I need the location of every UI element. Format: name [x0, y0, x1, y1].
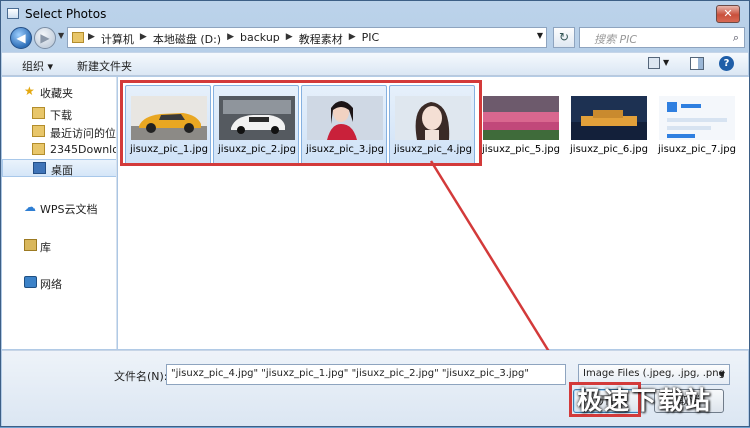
nav-label: 网络 — [40, 278, 62, 291]
chevron-right-icon: ▶ — [139, 32, 147, 42]
organize-button[interactable]: 组织 ▾ — [22, 58, 53, 74]
chevron-down-icon: ▼ — [718, 370, 725, 379]
search-input[interactable]: 搜索 PIC ⌕ — [579, 27, 745, 48]
nav-wps-cloud[interactable]: ☁ WPS云文档 — [2, 199, 116, 217]
file-type-value: Image Files (.jpeg, .jpg, .png — [583, 368, 725, 379]
nav-label: 桌面 — [51, 164, 73, 177]
folder-icon — [72, 32, 84, 43]
downloads-folder-icon — [32, 107, 45, 119]
folder-icon — [32, 143, 45, 155]
window-title: Select Photos — [25, 7, 107, 21]
filename-input[interactable]: "jisuxz_pic_4.jpg" "jisuxz_pic_1.jpg" "j… — [166, 364, 566, 385]
file-item[interactable]: jisuxz_pic_5.jpg — [477, 85, 563, 165]
chevron-right-icon: ▶ — [88, 32, 95, 42]
view-dropdown-icon[interactable]: ▼ — [663, 58, 669, 67]
search-placeholder: 搜索 PIC — [594, 33, 638, 46]
nav-2345downloads[interactable]: 2345Downloads — [2, 141, 116, 159]
thumbnail-city-night — [571, 96, 647, 140]
file-name: jisuxz_pic_7.jpg — [658, 144, 736, 155]
refresh-button[interactable]: ↻ — [553, 27, 575, 48]
breadcrumb: ▶ 计算机 ▶ 本地磁盘 (D:) ▶ backup ▶ 教程素材 ▶ PIC — [88, 31, 379, 47]
nav-network[interactable]: 网络 — [2, 274, 116, 292]
selection-highlight — [120, 80, 482, 166]
close-icon: ✕ — [723, 7, 733, 20]
search-icon: ⌕ — [732, 31, 739, 44]
view-options-icon[interactable] — [648, 57, 660, 69]
library-icon — [24, 239, 37, 251]
cloud-icon: ☁ — [24, 200, 36, 214]
navigation-pane: ★ 收藏夹 下载 最近访问的位置 2345Downloads 桌面 ☁ WPS云… — [2, 77, 117, 349]
watermark: 极速下载站 — [577, 386, 713, 415]
nav-label: 2345Downloads — [50, 143, 116, 156]
file-name: jisuxz_pic_5.jpg — [482, 144, 560, 155]
app-icon — [7, 8, 19, 19]
breadcrumb-drive[interactable]: 本地磁盘 (D:) — [153, 31, 221, 47]
nav-favorites[interactable]: ★ 收藏夹 — [2, 83, 116, 101]
nav-label: 最近访问的位置 — [50, 127, 116, 140]
preview-pane-icon[interactable] — [690, 57, 704, 70]
forward-button[interactable]: ▶ — [34, 27, 56, 49]
command-bar: 组织 ▾ 新建文件夹 ▼ ? — [2, 52, 748, 76]
breadcrumb-backup[interactable]: backup — [240, 31, 280, 47]
refresh-icon: ↻ — [558, 30, 570, 44]
path-box[interactable]: ▶ 计算机 ▶ 本地磁盘 (D:) ▶ backup ▶ 教程素材 ▶ PIC … — [67, 27, 547, 48]
thumbnail-app-screen — [659, 96, 735, 140]
chevron-right-icon: ▶ — [227, 32, 235, 42]
recent-locations-dropdown[interactable]: ▼ — [58, 31, 64, 40]
recent-places-icon — [32, 125, 45, 137]
path-dropdown-icon[interactable]: ▼ — [537, 31, 543, 40]
nav-libraries[interactable]: 库 — [2, 237, 116, 255]
thumbnail-flowers-pink — [483, 96, 559, 140]
nav-label: 下载 — [50, 109, 72, 122]
title-bar: Select Photos ✕ — [1, 1, 750, 27]
new-folder-button[interactable]: 新建文件夹 — [77, 58, 132, 74]
chevron-right-icon: ▶ — [285, 32, 293, 42]
nav-label: WPS云文档 — [40, 203, 98, 216]
back-arrow-icon: ◀ — [16, 31, 26, 45]
close-button[interactable]: ✕ — [716, 5, 740, 23]
nav-recent-places[interactable]: 最近访问的位置 — [2, 123, 116, 141]
breadcrumb-pic[interactable]: PIC — [362, 31, 380, 47]
chevron-right-icon: ▶ — [348, 32, 356, 42]
nav-desktop[interactable]: 桌面 — [2, 159, 116, 177]
help-icon[interactable]: ? — [719, 56, 734, 71]
nav-label: 收藏夹 — [40, 87, 73, 100]
network-icon — [24, 276, 37, 288]
file-item[interactable]: jisuxz_pic_7.jpg — [653, 85, 739, 165]
star-icon: ★ — [24, 84, 35, 98]
file-item[interactable]: jisuxz_pic_6.jpg — [565, 85, 651, 165]
filename-label: 文件名(N): — [114, 370, 168, 383]
select-photos-dialog: Select Photos ✕ ◀ ▶ ▼ ▶ 计算机 ▶ 本地磁盘 (D:) … — [0, 0, 750, 427]
nav-label: 库 — [40, 241, 51, 254]
forward-arrow-icon: ▶ — [40, 31, 50, 45]
back-button[interactable]: ◀ — [10, 27, 32, 49]
breadcrumb-materials[interactable]: 教程素材 — [299, 31, 343, 47]
desktop-icon — [33, 162, 46, 174]
breadcrumb-computer[interactable]: 计算机 — [101, 31, 134, 47]
file-name: jisuxz_pic_6.jpg — [570, 144, 648, 155]
address-bar: ◀ ▶ ▼ ▶ 计算机 ▶ 本地磁盘 (D:) ▶ backup ▶ 教程素材 … — [7, 25, 745, 49]
nav-downloads[interactable]: 下载 — [2, 105, 116, 123]
